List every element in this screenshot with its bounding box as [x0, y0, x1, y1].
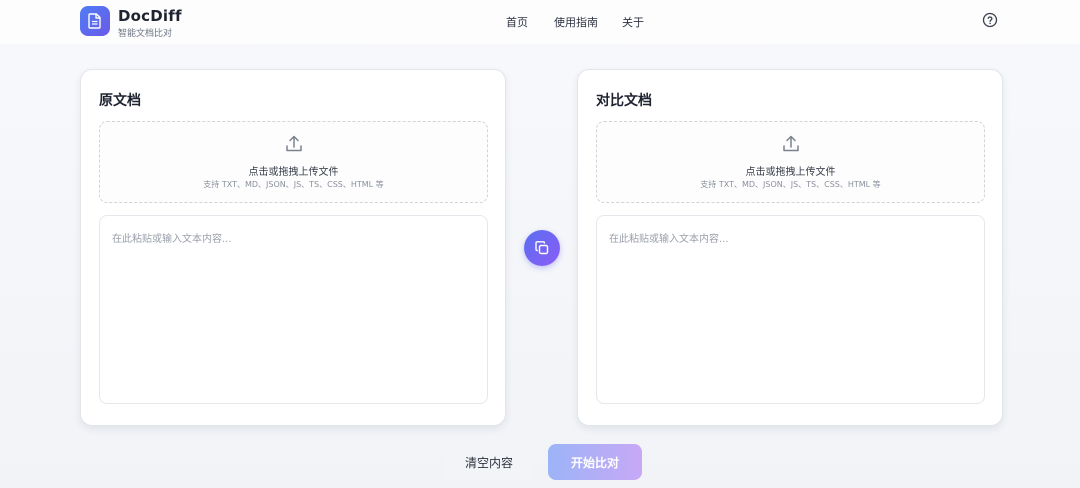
copy-icon: [535, 241, 549, 255]
nav-home[interactable]: 首页: [506, 14, 528, 30]
upload-format-hint: 支持 TXT、MD、JSON、JS、TS、CSS、HTML 等: [700, 180, 881, 189]
compare-upload-dropzone[interactable]: 点击或拖拽上传文件 支持 TXT、MD、JSON、JS、TS、CSS、HTML …: [596, 121, 985, 203]
original-upload-dropzone[interactable]: 点击或拖拽上传文件 支持 TXT、MD、JSON、JS、TS、CSS、HTML …: [99, 121, 488, 203]
swap-button[interactable]: [524, 230, 560, 266]
original-doc-title: 原文档: [99, 93, 141, 109]
question-circle-icon[interactable]: [982, 12, 998, 28]
nav-guide[interactable]: 使用指南: [554, 14, 598, 30]
compare-doc-panel: 对比文档 点击或拖拽上传文件 支持 TXT、MD、JSON、JS、TS、CSS、…: [577, 69, 1003, 426]
clear-button[interactable]: 清空内容: [444, 444, 534, 480]
nav-about[interactable]: 关于: [622, 14, 644, 30]
original-doc-panel: 原文档 点击或拖拽上传文件 支持 TXT、MD、JSON、JS、TS、CSS、H…: [80, 69, 506, 426]
top-header: DocDiff 智能文档比对 首页 使用指南 关于: [0, 0, 1080, 44]
upload-format-hint: 支持 TXT、MD、JSON、JS、TS、CSS、HTML 等: [203, 180, 384, 189]
upload-icon: [286, 135, 302, 152]
original-text-input[interactable]: [99, 215, 488, 404]
compare-doc-title: 对比文档: [596, 93, 652, 109]
upload-icon: [783, 135, 799, 152]
start-compare-button[interactable]: 开始比对: [548, 444, 642, 480]
upload-instruction: 点击或拖拽上传文件: [248, 167, 339, 178]
main-nav: 首页 使用指南 关于: [0, 14, 1080, 30]
upload-instruction: 点击或拖拽上传文件: [745, 167, 836, 178]
compare-text-input[interactable]: [596, 215, 985, 404]
